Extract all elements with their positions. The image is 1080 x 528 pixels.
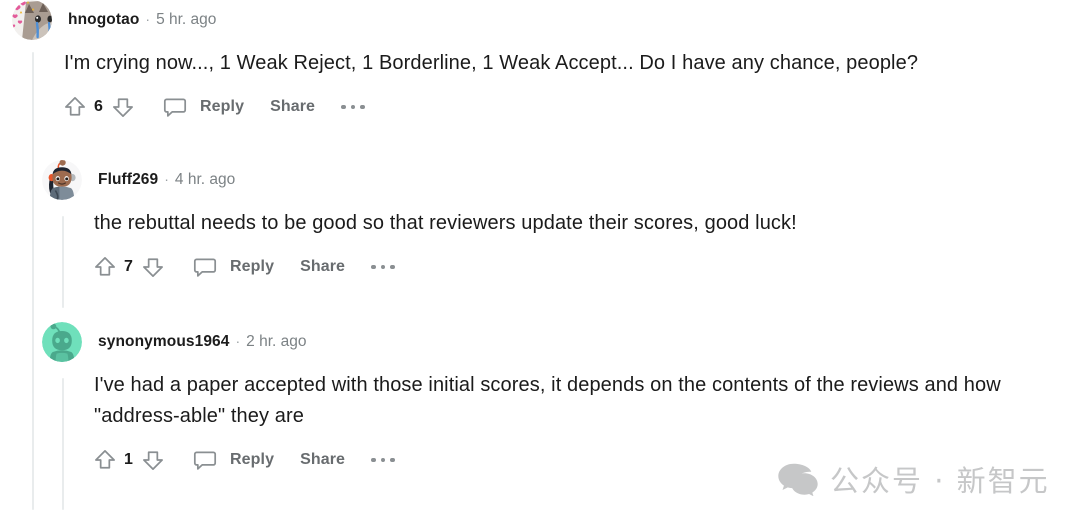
watermark: 公众号 · 新智元 — [778, 458, 1050, 500]
reply-label: Reply — [230, 451, 275, 468]
watermark-text: 公众号 · 新智元 — [830, 464, 1050, 498]
downvote-arrow-icon — [143, 258, 163, 277]
upvote-button[interactable] — [92, 447, 118, 473]
vote-group: 1 — [92, 447, 166, 473]
byline-separator: · — [164, 171, 169, 187]
comment-item: synonymous1964 · 2 hr. ago I've had a pa… — [30, 322, 1080, 477]
share-button[interactable]: Share — [300, 451, 345, 469]
comment-bubble-icon — [193, 451, 217, 470]
vote-group: 6 — [62, 94, 136, 120]
snoo-headband-avatar-icon — [42, 160, 82, 200]
comment-header: Fluff269 · 4 hr. ago — [42, 160, 1080, 200]
crying-cat-avatar-icon — [12, 0, 52, 40]
byline-separator: · — [145, 11, 151, 27]
comment-actions: 7 Reply Share — [92, 250, 1080, 284]
byline: hnogotao · 5 hr. ago — [68, 11, 216, 29]
comment-author[interactable]: Fluff269 — [98, 171, 158, 189]
comment-body: I'm crying now..., 1 Weak Reject, 1 Bord… — [64, 52, 919, 74]
vote-count: 6 — [94, 98, 103, 115]
reply-label: Reply — [230, 258, 275, 275]
comment-timestamp: 2 hr. ago — [246, 333, 307, 350]
wechat-logo-icon — [778, 463, 818, 496]
comment-header: hnogotao · 5 hr. ago — [12, 0, 1080, 40]
upvote-button[interactable] — [92, 254, 118, 280]
more-options-icon — [341, 104, 346, 110]
comment-author[interactable]: synonymous1964 — [98, 333, 230, 351]
reply-button[interactable]: Reply — [166, 447, 274, 473]
upvote-arrow-icon — [65, 97, 85, 116]
downvote-button[interactable] — [110, 94, 136, 120]
comment-item: hnogotao · 5 hr. ago I'm crying now..., … — [0, 0, 1080, 124]
downvote-arrow-icon — [113, 98, 133, 117]
more-options-icon — [371, 457, 376, 463]
upvote-button[interactable] — [62, 94, 88, 120]
comment-timestamp: 5 hr. ago — [156, 11, 217, 28]
avatar[interactable] — [42, 160, 82, 200]
comment-item: Fluff269 · 4 hr. ago the rebuttal needs … — [30, 160, 1080, 284]
downvote-arrow-icon — [143, 451, 163, 470]
byline-separator: · — [235, 333, 241, 349]
comment-timestamp: 4 hr. ago — [174, 171, 236, 188]
vote-group: 7 — [92, 254, 166, 280]
comment-bubble-icon — [163, 98, 187, 117]
avatar[interactable] — [12, 0, 52, 40]
share-button[interactable]: Share — [300, 258, 345, 276]
comment-bubble-icon — [193, 258, 217, 277]
downvote-button[interactable] — [140, 447, 166, 473]
share-button[interactable]: Share — [270, 98, 315, 116]
snoo-green-avatar-icon — [42, 322, 82, 362]
comment-body: the rebuttal needs to be good so that re… — [94, 212, 797, 234]
reply-button[interactable]: Reply — [136, 94, 244, 120]
comment-author[interactable]: hnogotao — [68, 11, 139, 29]
vote-count: 1 — [124, 451, 133, 468]
byline: synonymous1964 · 2 hr. ago — [98, 333, 307, 351]
upvote-arrow-icon — [95, 450, 115, 469]
comment-actions: 6 Reply Share — [62, 90, 1080, 124]
reply-button[interactable]: Reply — [166, 254, 274, 280]
upvote-arrow-icon — [95, 257, 115, 276]
vote-count: 7 — [124, 258, 133, 275]
comment-thread: hnogotao · 5 hr. ago I'm crying now..., … — [0, 0, 1080, 528]
comment-header: synonymous1964 · 2 hr. ago — [42, 322, 1080, 362]
more-options-button[interactable] — [341, 104, 365, 110]
avatar[interactable] — [42, 322, 82, 362]
more-options-button[interactable] — [371, 457, 395, 463]
byline: Fluff269 · 4 hr. ago — [98, 171, 235, 189]
more-options-icon — [371, 264, 376, 270]
comment-body: I've had a paper accepted with those ini… — [94, 374, 1001, 427]
more-options-button[interactable] — [371, 264, 395, 270]
downvote-button[interactable] — [140, 254, 166, 280]
reply-label: Reply — [200, 98, 245, 115]
